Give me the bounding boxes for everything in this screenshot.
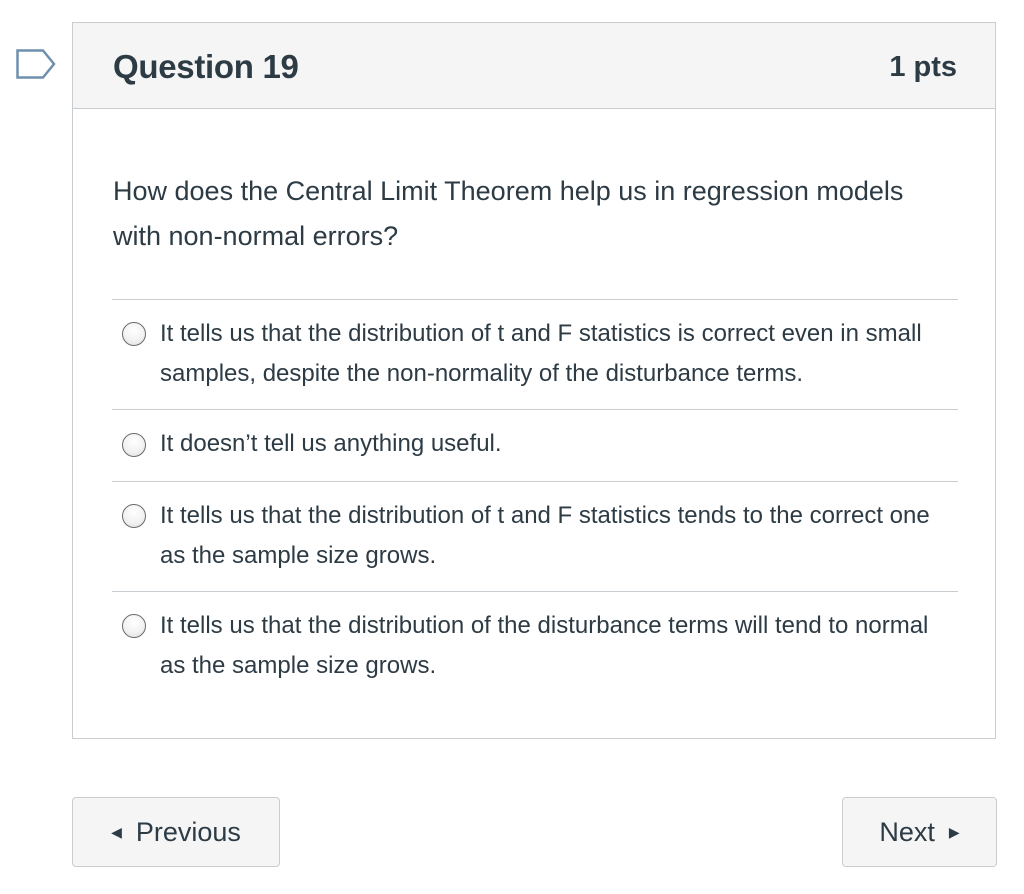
answer-option-4[interactable]: It tells us that the distribution of the…: [112, 592, 958, 702]
radio-button[interactable]: [122, 322, 146, 346]
previous-button[interactable]: ◀ Previous: [72, 797, 280, 867]
question-text: How does the Central Limit Theorem help …: [113, 176, 904, 251]
next-button[interactable]: Next ▶: [842, 797, 997, 867]
question-title: Question 19: [113, 48, 299, 85]
question-points: 1 pts: [889, 51, 957, 83]
radio-button[interactable]: [122, 614, 146, 638]
answer-label: It tells us that the distribution of the…: [160, 612, 929, 679]
question-header: Question 19 1 pts: [73, 23, 995, 109]
triangle-right-icon: ▶: [948, 823, 960, 840]
triangle-left-icon: ◀: [111, 823, 122, 840]
answer-option-1[interactable]: It tells us that the distribution of t a…: [112, 300, 958, 410]
answer-label: It tells us that the distribution of t a…: [160, 320, 922, 387]
previous-button-label: Previous: [135, 816, 241, 847]
radio-button[interactable]: [122, 504, 146, 528]
answer-label: It doesn’t tell us anything useful.: [160, 430, 502, 457]
question-card: Question 19 1 pts How does the Central L…: [72, 22, 996, 739]
flag-question-icon[interactable]: [16, 49, 56, 79]
answer-label: It tells us that the distribution of t a…: [160, 502, 930, 569]
next-button-label: Next: [879, 816, 935, 847]
answer-option-2[interactable]: It doesn’t tell us anything useful.: [112, 410, 958, 482]
quiz-page: Question 19 1 pts How does the Central L…: [0, 0, 1024, 894]
answer-list: It tells us that the distribution of t a…: [112, 299, 958, 702]
answer-option-3[interactable]: It tells us that the distribution of t a…: [112, 482, 958, 592]
radio-button[interactable]: [122, 433, 146, 457]
